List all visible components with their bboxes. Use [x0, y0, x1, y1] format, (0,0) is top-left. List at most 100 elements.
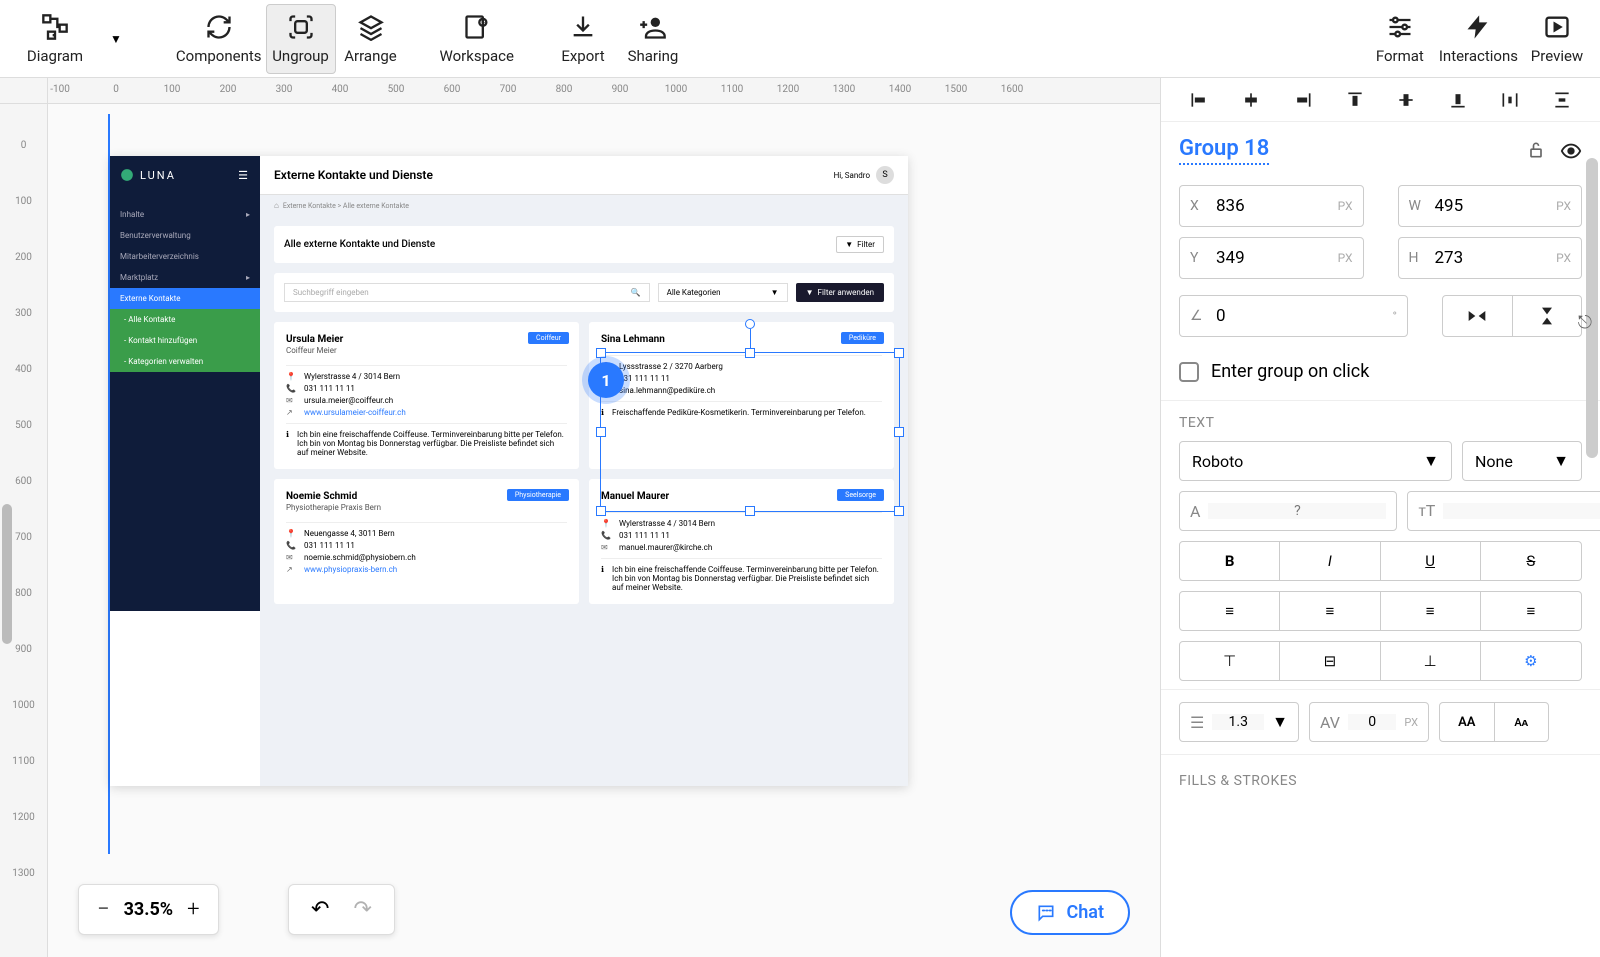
ungroup-button[interactable]: Ungroup	[266, 4, 336, 74]
rotation-input[interactable]: ∠0°	[1179, 295, 1408, 337]
eye-icon[interactable]	[1560, 140, 1582, 162]
mail-icon: ✉	[286, 396, 296, 405]
interactions-button[interactable]: Interactions	[1435, 5, 1522, 73]
flip-v-button[interactable]	[1513, 296, 1582, 336]
font-style-select[interactable]: None▼	[1462, 441, 1582, 481]
link-dimensions-icon[interactable]: ⎋	[1578, 312, 1592, 333]
resize-handle-tc[interactable]	[745, 348, 755, 358]
align-right-button[interactable]: ≡	[1381, 592, 1481, 630]
rotate-handle[interactable]	[745, 319, 755, 329]
align-center-v-icon[interactable]	[1396, 90, 1416, 110]
line-height-input[interactable]: ☰ ▼	[1179, 702, 1299, 742]
letter-spacing-icon: AV	[1320, 713, 1340, 732]
italic-button[interactable]: I	[1280, 542, 1380, 580]
fills-section-label: FILLS & STROKES	[1161, 754, 1600, 795]
align-center-button[interactable]: ≡	[1280, 592, 1380, 630]
panel-scrollbar[interactable]	[1586, 158, 1598, 458]
letter-spacing-input[interactable]: AV PX	[1309, 702, 1429, 742]
y-input[interactable]: Y349PX	[1179, 237, 1364, 279]
underline-button[interactable]: U	[1381, 542, 1481, 580]
zoom-out-button[interactable]: −	[97, 897, 110, 922]
uppercase-button[interactable]: AA	[1440, 703, 1495, 741]
vertical-scrollbar[interactable]	[2, 504, 12, 644]
chat-button[interactable]: Chat	[1010, 890, 1130, 935]
horizontal-ruler: -100 0 100 200 300 400 500 600 700 800 9…	[48, 78, 1160, 104]
diagram-label: Diagram	[27, 47, 83, 65]
lock-icon[interactable]	[1526, 140, 1546, 160]
align-center-h-icon[interactable]	[1241, 90, 1261, 110]
resize-handle-bc[interactable]	[745, 506, 755, 516]
pin-icon: 📍	[286, 529, 296, 538]
smallcaps-button[interactable]: Aᴀ	[1495, 703, 1549, 741]
vertical-align-buttons: ⊤ ⊟ ⊥ ⚙	[1179, 641, 1582, 681]
layers-icon	[357, 13, 385, 41]
diagram-menu[interactable]: Diagram ▼	[20, 5, 122, 73]
flip-h-button[interactable]	[1443, 296, 1513, 336]
preview-button[interactable]: Preview	[1522, 5, 1592, 73]
sliders-icon	[1386, 13, 1414, 41]
mockup-title: Externe Kontakte und Dienste	[274, 168, 433, 182]
zoom-control: − 33.5% +	[78, 884, 219, 935]
x-input[interactable]: X836PX	[1179, 185, 1364, 227]
mail-icon: ✉	[286, 553, 296, 562]
selection-name[interactable]: Group 18	[1179, 136, 1269, 165]
text-settings-button[interactable]: ⚙	[1481, 642, 1581, 680]
refresh-icon	[205, 13, 233, 41]
align-left-button[interactable]: ≡	[1180, 592, 1280, 630]
resize-handle-tl[interactable]	[596, 348, 606, 358]
line-height-input-2[interactable]: ᴛT PX ▼	[1407, 491, 1600, 531]
resize-handle-mr[interactable]	[894, 427, 904, 437]
align-left-icon[interactable]	[1189, 90, 1209, 110]
font-size-input[interactable]: A	[1179, 491, 1397, 531]
resize-handle-br[interactable]	[894, 506, 904, 516]
nav-benutzer: Benutzerverwaltung	[110, 225, 260, 246]
redo-button[interactable]: ↷	[353, 897, 371, 922]
align-top-icon[interactable]	[1345, 90, 1365, 110]
valign-bottom-button[interactable]: ⊥	[1381, 642, 1481, 680]
workspace-icon	[463, 13, 491, 41]
nav-mitarbeiter: Mitarbeiterverzeichnis	[110, 246, 260, 267]
strikethrough-button[interactable]: S	[1481, 542, 1581, 580]
valign-top-button[interactable]: ⊤	[1180, 642, 1280, 680]
canvas-area[interactable]: -100 0 100 200 300 400 500 600 700 800 9…	[48, 78, 1160, 957]
distribute-v-icon[interactable]	[1552, 90, 1572, 110]
zoom-value[interactable]: 33.5%	[124, 899, 174, 920]
phone-icon: 📞	[286, 384, 296, 393]
h-input[interactable]: H273PX	[1398, 237, 1583, 279]
align-justify-button[interactable]: ≡	[1481, 592, 1581, 630]
resize-handle-tr[interactable]	[894, 348, 904, 358]
sharing-button[interactable]: Sharing	[618, 5, 688, 73]
info-icon: ℹ	[286, 430, 289, 457]
zoom-in-button[interactable]: +	[187, 897, 199, 922]
selection-box[interactable]	[600, 352, 900, 512]
contact-card: Noemie Schmid Physiotherapie Praxis Bern…	[274, 479, 579, 604]
text-height-icon: ᴛT	[1418, 501, 1435, 521]
step-badge: 1	[588, 362, 624, 398]
undo-button[interactable]: ↶	[311, 897, 329, 922]
arrange-button[interactable]: Arrange	[336, 5, 406, 73]
info-icon: ℹ	[601, 565, 604, 592]
components-button[interactable]: Components	[172, 5, 266, 73]
top-toolbar: Diagram ▼ Components Ungroup Arrange Wor…	[0, 0, 1600, 78]
valign-middle-button[interactable]: ⊟	[1280, 642, 1380, 680]
export-button[interactable]: Export	[548, 5, 618, 73]
enter-group-checkbox[interactable]	[1179, 362, 1199, 382]
nav-kategorien: - Kategorien verwalten	[110, 351, 260, 372]
nav-marktplatz: Marktplatz▸	[110, 267, 260, 288]
align-right-icon[interactable]	[1293, 90, 1313, 110]
distribute-h-icon[interactable]	[1500, 90, 1520, 110]
font-family-select[interactable]: Roboto▼	[1179, 441, 1452, 481]
diagram-dropdown-icon[interactable]: ▼	[110, 32, 122, 46]
workspace-button[interactable]: Workspace	[436, 5, 518, 73]
resize-handle-bl[interactable]	[596, 506, 606, 516]
bold-button[interactable]: B	[1180, 542, 1280, 580]
mockup-sidebar: LUNA ☰ Inhalte▸ Benutzerverwaltung Mitar…	[110, 156, 260, 611]
search-input: Suchbegriff eingeben🔍	[284, 283, 650, 302]
align-bottom-icon[interactable]	[1448, 90, 1468, 110]
hamburger-icon: ☰	[238, 169, 250, 182]
resize-handle-ml[interactable]	[596, 427, 606, 437]
w-input[interactable]: W495PX	[1398, 185, 1583, 227]
format-button[interactable]: Format	[1365, 5, 1435, 73]
filter-button: ▼Filter	[836, 236, 884, 253]
nav-hinzu: - Kontakt hinzufügen	[110, 330, 260, 351]
